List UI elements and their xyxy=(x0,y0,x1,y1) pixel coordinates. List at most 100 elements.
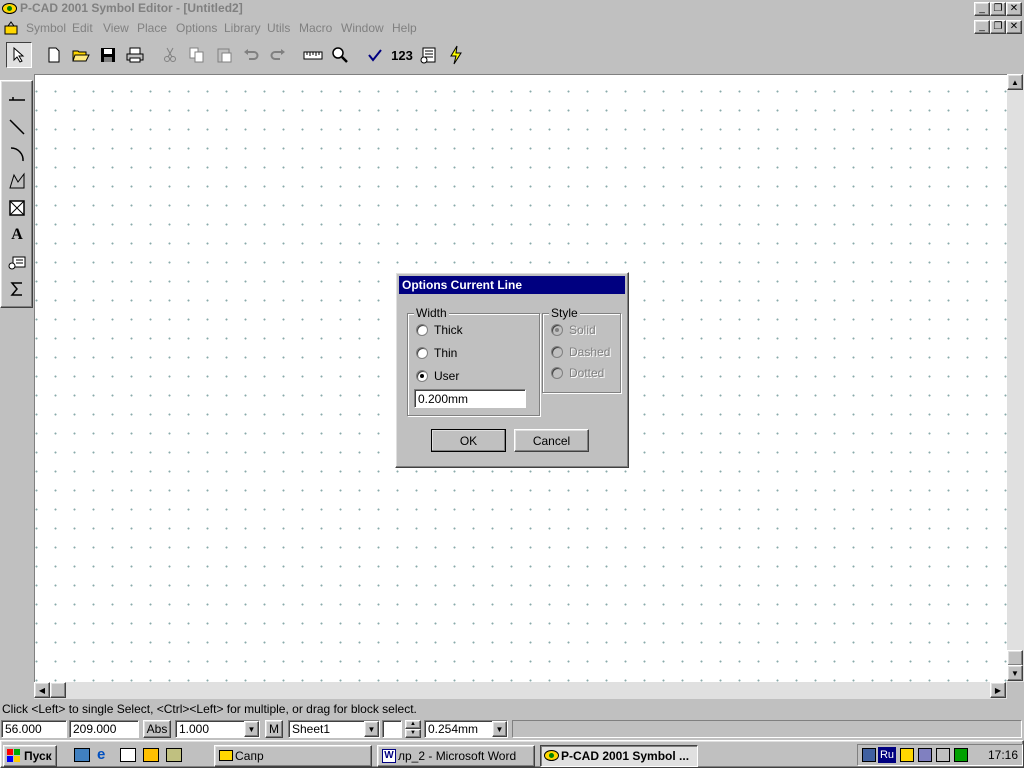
menu-macro[interactable]: Macro xyxy=(299,21,332,35)
measure-button[interactable] xyxy=(300,42,326,68)
menu-edit[interactable]: Edit xyxy=(72,21,93,35)
tray-volume-icon[interactable] xyxy=(936,748,950,762)
number-label: 123 xyxy=(391,47,413,63)
zoom-dropdown-arrow[interactable]: ▼ xyxy=(244,721,259,737)
tray-clock[interactable]: 17:16 xyxy=(988,748,1018,762)
radio-user-circle[interactable] xyxy=(416,370,428,382)
zoom-button[interactable] xyxy=(327,42,353,68)
place-attribute-button[interactable] xyxy=(4,249,30,274)
quick-launch-outlook-icon[interactable] xyxy=(120,748,136,762)
print-button[interactable] xyxy=(122,42,148,68)
scroll-down-button[interactable]: ▼ xyxy=(1007,665,1023,681)
quick-launch-app-icon[interactable] xyxy=(143,748,159,762)
task-pcad[interactable]: P-CAD 2001 Symbol ... xyxy=(540,745,698,767)
scroll-up-button[interactable]: ▲ xyxy=(1007,74,1023,90)
vertical-scrollbar[interactable]: ▲ ▼ xyxy=(1007,74,1024,682)
abs-button[interactable]: Abs xyxy=(143,720,171,738)
zoom-select[interactable]: 1.000 ▼ xyxy=(175,720,260,738)
sheet-dropdown-arrow[interactable]: ▼ xyxy=(364,721,379,737)
quick-launch-ie-icon[interactable]: e xyxy=(97,747,113,764)
start-button[interactable]: Пуск xyxy=(3,745,57,767)
copy-button[interactable] xyxy=(184,42,210,68)
minimize-button[interactable]: _ xyxy=(974,2,990,16)
task-sapr[interactable]: Сапр xyxy=(214,745,372,767)
menu-options[interactable]: Options xyxy=(176,21,217,35)
tray-antivirus-icon[interactable] xyxy=(954,748,968,762)
radio-thin[interactable]: Thin xyxy=(416,346,457,360)
close-button[interactable]: ✕ xyxy=(1006,2,1022,16)
checkmark-icon xyxy=(368,49,382,62)
menu-library[interactable]: Library xyxy=(224,21,261,35)
restore-button[interactable]: ❐ xyxy=(990,2,1006,16)
task-word[interactable]: W лр_2 - Microsoft Word xyxy=(377,745,535,767)
cancel-button[interactable]: Cancel xyxy=(514,429,589,452)
select-tool-button[interactable] xyxy=(6,42,32,68)
radio-dashed-circle[interactable] xyxy=(551,346,563,358)
user-width-input[interactable]: 0.200mm xyxy=(414,389,526,408)
open-button[interactable] xyxy=(68,42,94,68)
attributes-button[interactable] xyxy=(416,42,442,68)
new-button[interactable] xyxy=(41,42,67,68)
menu-view[interactable]: View xyxy=(103,21,129,35)
line-width-dropdown-arrow[interactable]: ▼ xyxy=(492,721,507,737)
radio-thick[interactable]: Thick xyxy=(416,323,463,337)
doc-restore-button[interactable]: ❐ xyxy=(990,20,1006,34)
scroll-right-button[interactable]: ▶ xyxy=(990,682,1006,698)
redo-button[interactable] xyxy=(265,42,291,68)
sheet-select[interactable]: Sheet1 ▼ xyxy=(288,720,380,738)
radio-user[interactable]: User xyxy=(416,369,459,383)
layer-spin-down[interactable]: ▼ xyxy=(405,729,421,738)
radio-thin-circle[interactable] xyxy=(416,347,428,359)
horizontal-scrollbar[interactable]: ◀ ▶ xyxy=(34,682,1007,699)
layer-color-box[interactable] xyxy=(382,720,402,738)
m-button[interactable]: M xyxy=(265,720,283,738)
paste-button[interactable] xyxy=(211,42,237,68)
flash-button[interactable] xyxy=(443,42,469,68)
menu-symbol[interactable]: Symbol xyxy=(26,21,66,35)
x-coordinate-field[interactable]: 56.000 xyxy=(1,720,67,738)
save-button[interactable] xyxy=(95,42,121,68)
radio-user-label: User xyxy=(434,369,460,383)
radio-dotted-circle[interactable] xyxy=(551,367,563,379)
quick-launch-tool-icon[interactable] xyxy=(166,748,182,762)
place-arc-button[interactable] xyxy=(4,141,30,166)
quick-launch-desktop-icon[interactable] xyxy=(74,748,90,762)
layer-spin-up[interactable]: ▲ xyxy=(405,720,421,729)
ok-button[interactable]: OK xyxy=(431,429,506,452)
radio-solid[interactable]: Solid xyxy=(551,323,596,337)
doc-minimize-button[interactable]: _ xyxy=(974,20,990,34)
undo-button[interactable] xyxy=(238,42,264,68)
document-icon[interactable] xyxy=(3,20,19,39)
place-polygon-button[interactable] xyxy=(4,168,30,193)
place-pin-button[interactable] xyxy=(4,87,30,112)
word-icon: W xyxy=(382,749,396,763)
validate-button[interactable] xyxy=(362,42,388,68)
printer-icon xyxy=(126,47,144,63)
place-sum-button[interactable] xyxy=(4,276,30,301)
place-field-button[interactable] xyxy=(4,195,30,220)
menu-help[interactable]: Help xyxy=(392,21,417,35)
tray-app-icon[interactable] xyxy=(862,748,876,762)
tray-tool-icon[interactable] xyxy=(900,748,914,762)
number-button[interactable]: 123 xyxy=(389,42,415,68)
place-text-button[interactable]: A xyxy=(4,222,30,247)
radio-dashed[interactable]: Dashed xyxy=(551,345,610,359)
taskbar: Пуск e Сапр W лр_2 - Microsoft Word P-CA… xyxy=(0,740,1024,768)
language-indicator[interactable]: Ru xyxy=(878,747,896,763)
menu-window[interactable]: Window xyxy=(341,21,384,35)
menu-utils[interactable]: Utils xyxy=(267,21,290,35)
radio-thick-circle[interactable] xyxy=(416,324,428,336)
y-coordinate-field[interactable]: 209.000 xyxy=(69,720,139,738)
tray-network-icon[interactable] xyxy=(918,748,932,762)
line-width-select[interactable]: 0.254mm ▼ xyxy=(424,720,508,738)
menu-place[interactable]: Place xyxy=(137,21,167,35)
doc-close-button[interactable]: ✕ xyxy=(1006,20,1022,34)
scroll-left-button[interactable]: ◀ xyxy=(34,682,50,698)
place-line-button[interactable] xyxy=(4,114,30,139)
horizontal-scroll-thumb[interactable] xyxy=(50,682,66,698)
radio-solid-circle[interactable] xyxy=(551,324,563,336)
vertical-scroll-thumb[interactable] xyxy=(1007,650,1023,666)
cut-button[interactable] xyxy=(157,42,183,68)
folder-icon xyxy=(219,750,233,761)
radio-dotted[interactable]: Dotted xyxy=(551,366,604,380)
